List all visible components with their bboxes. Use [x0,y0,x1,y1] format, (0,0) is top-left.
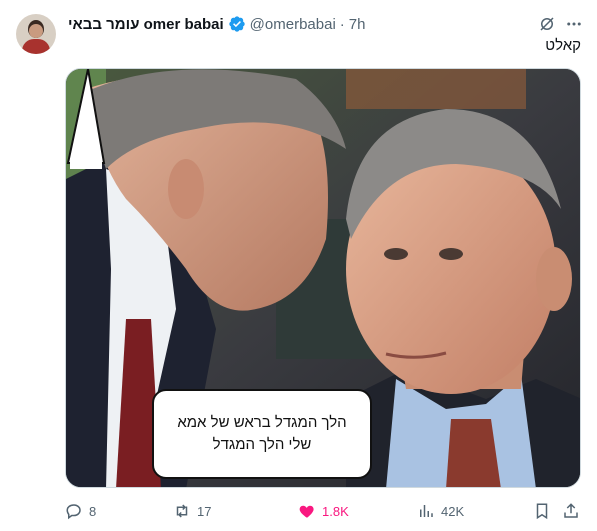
action-bar: 8 17 1.8K 42K [65,500,581,522]
share-icon [564,503,578,518]
speech-bubble: הלך המגדל בראש של אמא שלי הלך המגדל [152,389,372,479]
tweet[interactable]: עומר בבאי omer babai @omerbabai · 7h קאל… [0,0,597,531]
caption-line-2: שלי הלך המגדל [212,436,312,453]
tweet-header: עומר בבאי omer babai @omerbabai · 7h [68,14,365,34]
author-handle[interactable]: @omerbabai [250,16,336,33]
bookmark-icon [536,503,548,520]
views-button[interactable]: 42K [417,500,464,522]
retweet-count: 17 [197,503,212,519]
verified-badge-icon [228,15,246,33]
tweet-text: קאלט [545,37,581,54]
bookmark-button[interactable] [533,500,551,522]
retweet-button[interactable]: 17 [173,500,211,522]
like-icon [299,505,314,518]
more-icon[interactable] [565,15,583,33]
reply-button[interactable]: 8 [65,500,96,522]
grok-icon[interactable] [538,15,556,33]
views-count: 42K [441,503,465,519]
speech-bubble-tail [66,69,106,169]
retweet-icon [176,504,188,518]
like-button[interactable]: 1.8K [298,500,349,522]
reply-icon [66,504,81,520]
views-icon [420,505,433,517]
reply-count: 8 [89,503,97,519]
share-button[interactable] [562,500,580,522]
separator-dot: · [339,15,345,33]
display-name[interactable]: עומר בבאי omer babai [68,16,224,33]
like-count: 1.8K [322,503,349,519]
tweet-image[interactable]: הלך המגדל בראש של אמא שלי הלך המגדל [65,68,581,488]
caption-line-1: הלך המגדל בראש של אמא [177,414,347,431]
timestamp[interactable]: 7h [349,16,366,33]
avatar[interactable] [16,14,56,54]
